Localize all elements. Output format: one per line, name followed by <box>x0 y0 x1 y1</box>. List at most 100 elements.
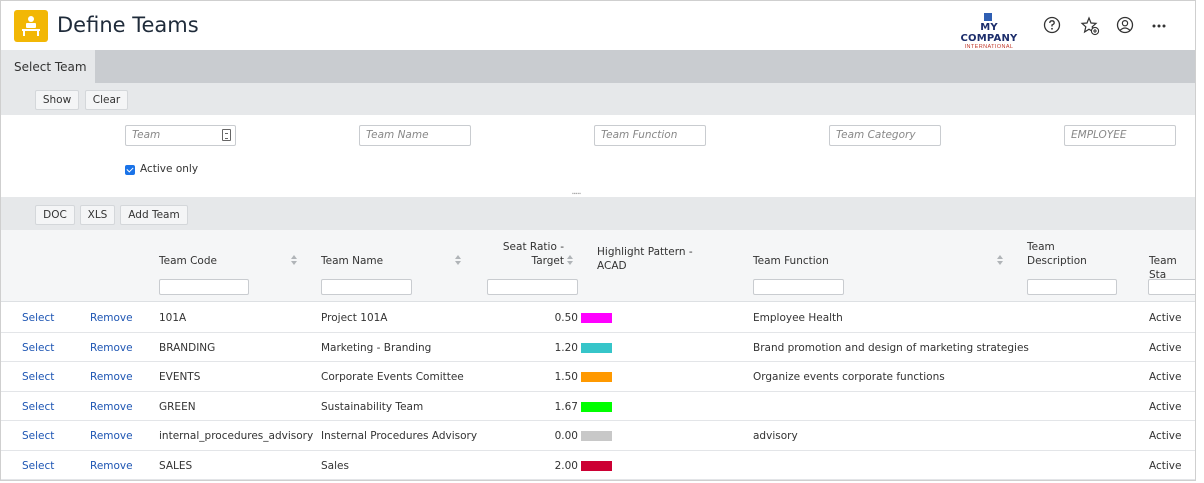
column-team-function[interactable]: Team Function <box>753 254 829 268</box>
team-code-cell: SALES <box>159 459 193 472</box>
remove-link[interactable]: Remove <box>90 303 133 333</box>
highlight-pattern-swatch <box>581 460 612 471</box>
logo-main-text: MY COMPANY <box>960 22 1018 44</box>
column-team-description-line2[interactable]: Description <box>1027 254 1087 268</box>
highlight-pattern-swatch <box>581 313 612 323</box>
column-team-code[interactable]: Team Code <box>159 254 217 268</box>
highlight-pattern-swatch <box>581 342 612 353</box>
select-link[interactable]: Select <box>22 421 54 451</box>
team-name-filter-input[interactable]: Team Name <box>359 125 471 146</box>
team-name-cell: Sustainability Team <box>321 400 424 413</box>
team-function-cell: Employee Health <box>753 312 843 324</box>
sort-icon[interactable] <box>567 255 573 265</box>
column-highlight-line1[interactable]: Highlight Pattern - <box>597 245 693 259</box>
remove-link[interactable]: Remove <box>90 451 133 481</box>
more-icon[interactable] <box>1151 16 1171 36</box>
seat-ratio-cell: 1.50 <box>554 371 578 383</box>
seat-ratio-cell: 0.00 <box>554 430 578 442</box>
team-code-column-filter[interactable] <box>159 279 249 295</box>
table-row: Select Remove internal_procedures_advisory… <box>1 421 1195 451</box>
team-name-cell: Corporate Events Comittee <box>321 371 464 383</box>
remove-link[interactable]: Remove <box>90 362 133 392</box>
team-filter-input[interactable]: Team <box>125 125 236 146</box>
active-only-checkbox[interactable] <box>125 165 135 175</box>
column-team-status[interactable]: Team Sta <box>1149 254 1195 282</box>
seat-ratio-cell: 1.20 <box>554 341 578 354</box>
team-status-cell: Active <box>1149 400 1182 413</box>
doc-button[interactable]: DOC <box>35 205 75 225</box>
team-status-column-filter[interactable] <box>1148 279 1195 295</box>
table-row: Select Remove 101A Project 101A 0.50 Employee… <box>1 303 1195 333</box>
select-link[interactable]: Select <box>22 303 54 333</box>
xls-button[interactable]: XLS <box>80 205 115 225</box>
team-function-column-filter[interactable] <box>753 279 844 295</box>
seat-ratio-column-filter[interactable] <box>487 279 578 295</box>
highlight-pattern-swatch <box>581 401 612 412</box>
filter-toolbar: Show Clear <box>1 83 1195 115</box>
team-code-cell: GREEN <box>159 400 196 413</box>
table-row: Select Remove BRANDING Marketing - Branding… <box>1 332 1195 363</box>
window-margin <box>1196 0 1204 483</box>
seat-ratio-cell: 0.50 <box>554 312 578 324</box>
select-link[interactable]: Select <box>22 362 54 392</box>
sort-icon[interactable] <box>455 255 461 265</box>
highlight-pattern-swatch <box>581 431 612 441</box>
column-team-name[interactable]: Team Name <box>321 254 383 268</box>
table-row: Select Remove GREEN Sustainability Team 1.67… <box>1 391 1195 422</box>
page-header: Define Teams MY COMPANY INTERNATIONAL <box>1 1 1195 50</box>
seat-ratio-cell: 2.00 <box>554 459 578 472</box>
add-team-button[interactable]: Add Team <box>120 205 188 225</box>
column-seat-ratio-line2[interactable]: Target <box>491 254 564 268</box>
active-only-label: Active only <box>140 163 199 175</box>
user-account-icon[interactable] <box>1116 16 1136 36</box>
team-category-filter-input[interactable]: Team Category <box>829 125 941 146</box>
column-seat-ratio-line1[interactable]: Seat Ratio - <box>491 240 564 254</box>
clear-button[interactable]: Clear <box>85 90 128 110</box>
employee-filter-input[interactable]: EMPLOYEE <box>1064 125 1176 146</box>
remove-link[interactable]: Remove <box>90 421 133 451</box>
tab-bar: Select Team <box>1 50 1195 83</box>
sort-icon[interactable] <box>997 255 1003 265</box>
team-function-filter-input[interactable]: Team Function <box>594 125 706 146</box>
lookup-icon[interactable] <box>222 129 231 141</box>
grid-header: Team Code Team Name Seat Ratio - Target … <box>1 230 1195 302</box>
team-code-cell: 101A <box>159 312 187 324</box>
team-status-cell: Active <box>1149 312 1182 324</box>
team-status-cell: Active <box>1149 459 1182 472</box>
grid-toolbar: DOC XLS Add Team <box>1 197 1195 230</box>
team-function-cell: Brand promotion and design of marketing … <box>753 341 1029 354</box>
team-name-cell: Project 101A <box>321 312 388 324</box>
team-status-cell: Active <box>1149 430 1182 442</box>
team-code-cell: BRANDING <box>159 341 216 354</box>
page-title: Define Teams <box>57 13 199 37</box>
remove-link[interactable]: Remove <box>90 392 133 422</box>
team-name-column-filter[interactable] <box>321 279 412 295</box>
team-status-cell: Active <box>1149 341 1182 354</box>
column-highlight-line2[interactable]: ACAD <box>597 259 627 273</box>
team-function-cell: Organize events corporate functions <box>753 371 945 383</box>
filter-panel: Team Team Name Team Function Team Catego… <box>1 115 1195 197</box>
tab-select-team[interactable]: Select Team <box>1 50 95 83</box>
column-team-description-line1[interactable]: Team <box>1027 240 1055 254</box>
select-link[interactable]: Select <box>22 392 54 422</box>
sort-icon[interactable] <box>291 255 297 265</box>
help-icon[interactable] <box>1043 16 1063 36</box>
favorite-add-icon[interactable] <box>1080 16 1100 36</box>
team-description-column-filter[interactable] <box>1027 279 1117 295</box>
define-teams-icon <box>14 10 48 42</box>
table-row: Select Remove EVENTS Corporate Events Comit… <box>1 362 1195 392</box>
seat-ratio-cell: 1.67 <box>554 400 578 413</box>
team-status-cell: Active <box>1149 371 1182 383</box>
team-name-cell: Marketing - Branding <box>321 341 432 354</box>
table-row: Select Remove SALES Sales 2.00 Active <box>1 450 1195 481</box>
remove-link[interactable]: Remove <box>90 333 133 363</box>
highlight-pattern-swatch <box>581 372 612 382</box>
select-link[interactable]: Select <box>22 333 54 363</box>
show-button[interactable]: Show <box>35 90 79 110</box>
company-logo: MY COMPANY INTERNATIONAL <box>951 13 1027 50</box>
team-name-cell: Sales <box>321 459 349 472</box>
building-icon <box>984 13 992 21</box>
team-name-cell: Insternal Procedures Advisory <box>321 430 478 442</box>
app-window: Define Teams MY COMPANY INTERNATIONAL Se… <box>0 0 1196 481</box>
select-link[interactable]: Select <box>22 451 54 481</box>
